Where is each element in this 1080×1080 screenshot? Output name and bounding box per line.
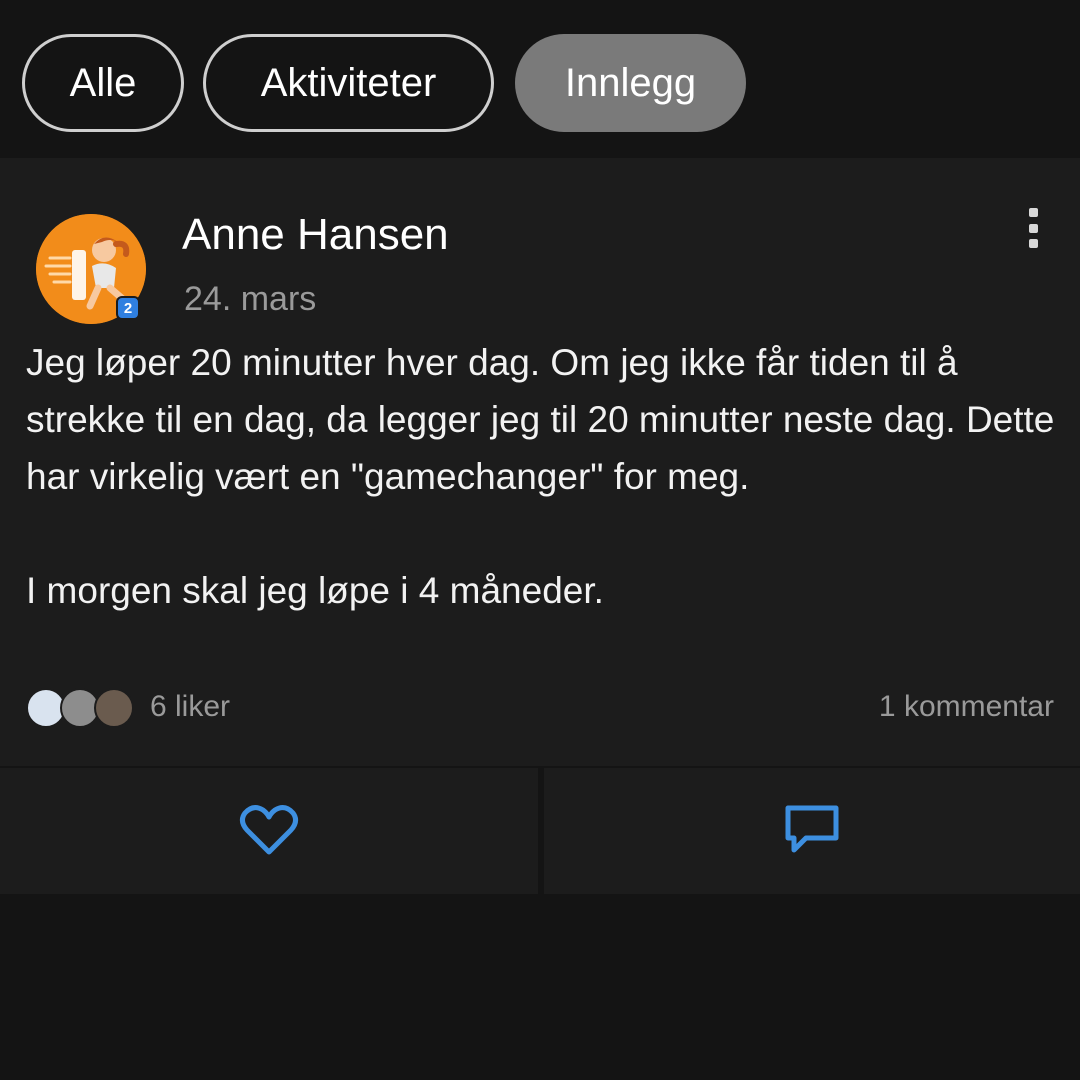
filter-chip-activities[interactable]: Aktiviteter [203, 34, 494, 132]
heart-icon [239, 805, 299, 855]
post-card: 2 Anne Hansen 24. mars Jeg løper 20 minu… [0, 158, 1080, 766]
author-name[interactable]: Anne Hansen [182, 210, 449, 260]
like-button[interactable] [0, 766, 538, 894]
more-vertical-icon [1028, 208, 1038, 217]
post-date: 24. mars [184, 280, 317, 318]
feed-background [0, 894, 1080, 1080]
likes-count[interactable]: 6 liker [150, 690, 230, 724]
post-actions [0, 766, 1080, 894]
more-options-button[interactable] [1018, 208, 1048, 248]
comment-bubble-icon [785, 805, 839, 853]
level-badge: 2 [116, 296, 140, 320]
filter-chip-posts[interactable]: Innlegg [515, 34, 746, 132]
comments-count[interactable]: 1 kommentar [879, 690, 1054, 724]
filter-bar: Alle Aktiviteter Innlegg [0, 0, 1080, 158]
post-paragraph: I morgen skal jeg løpe i 4 måneder. [26, 570, 604, 611]
post-body: Jeg løper 20 minutter hver dag. Om jeg i… [26, 334, 1056, 619]
liker-avatars[interactable] [26, 688, 136, 728]
post-paragraph: Jeg løper 20 minutter hver dag. Om jeg i… [26, 342, 1055, 497]
avatar [94, 688, 134, 728]
filter-chip-all[interactable]: Alle [22, 34, 184, 132]
comment-button[interactable] [544, 766, 1080, 894]
